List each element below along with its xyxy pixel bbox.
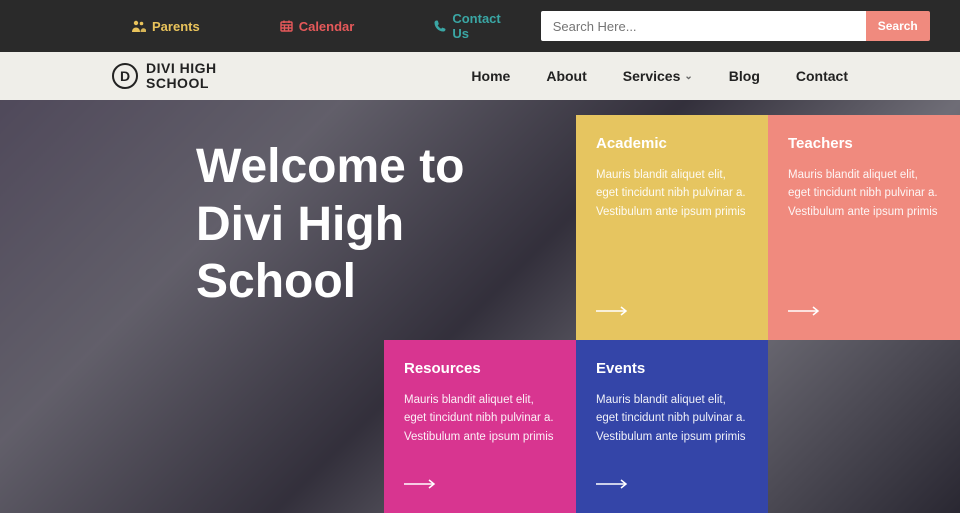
nav-blog[interactable]: Blog — [729, 68, 760, 84]
arrow-icon — [596, 306, 748, 316]
card-academic-title: Academic — [596, 135, 748, 152]
logo-line1: DIVI HIGH — [146, 61, 217, 76]
nav-services-label: Services — [623, 68, 681, 84]
hero-title: Welcome to Divi High School — [196, 138, 465, 311]
calendar-link[interactable]: Calendar — [280, 19, 355, 34]
logo[interactable]: D DIVI HIGH SCHOOL — [112, 61, 217, 90]
calendar-icon — [280, 20, 293, 32]
search-wrap: Search — [541, 11, 930, 41]
topbar: Parents Calendar Contact Us Search — [0, 0, 960, 52]
chevron-down-icon: ⌄ — [684, 71, 692, 82]
hero-title-line3: School — [196, 253, 465, 311]
nav-about[interactable]: About — [546, 68, 586, 84]
card-events-body: Mauris blandit aliquet elit, eget tincid… — [596, 391, 748, 463]
hero-title-line2: Divi High — [196, 196, 465, 254]
card-resources[interactable]: Resources Mauris blandit aliquet elit, e… — [384, 340, 576, 513]
card-resources-title: Resources — [404, 360, 556, 377]
card-events-title: Events — [596, 360, 748, 377]
nav-contact[interactable]: Contact — [796, 68, 848, 84]
search-input[interactable] — [541, 11, 866, 41]
hero-title-line1: Welcome to — [196, 138, 465, 196]
contactus-label: Contact Us — [452, 11, 500, 41]
contactus-link[interactable]: Contact Us — [434, 11, 500, 41]
card-teachers[interactable]: Teachers Mauris blandit aliquet elit, eg… — [768, 115, 960, 340]
nav-home[interactable]: Home — [471, 68, 510, 84]
nav-services[interactable]: Services ⌄ — [623, 68, 693, 84]
logo-mark: D — [112, 63, 138, 89]
logo-line2: SCHOOL — [146, 76, 217, 91]
card-events[interactable]: Events Mauris blandit aliquet elit, eget… — [576, 340, 768, 513]
arrow-icon — [596, 479, 748, 489]
cards-row-top: Academic Mauris blandit aliquet elit, eg… — [576, 115, 960, 340]
people-icon — [132, 20, 146, 32]
card-academic[interactable]: Academic Mauris blandit aliquet elit, eg… — [576, 115, 768, 340]
search-button[interactable]: Search — [866, 11, 930, 41]
parents-link[interactable]: Parents — [132, 19, 200, 34]
card-teachers-title: Teachers — [788, 135, 940, 152]
calendar-label: Calendar — [299, 19, 355, 34]
card-resources-body: Mauris blandit aliquet elit, eget tincid… — [404, 391, 556, 463]
phone-icon — [434, 20, 446, 32]
arrow-icon — [788, 306, 940, 316]
navlinks: Home About Services ⌄ Blog Contact — [471, 68, 848, 84]
arrow-icon — [404, 479, 556, 489]
card-academic-body: Mauris blandit aliquet elit, eget tincid… — [596, 166, 748, 290]
parents-label: Parents — [152, 19, 200, 34]
hero: Welcome to Divi High School Academic Mau… — [0, 100, 960, 513]
navbar: D DIVI HIGH SCHOOL Home About Services ⌄… — [0, 52, 960, 100]
cards-row-bottom: Resources Mauris blandit aliquet elit, e… — [384, 340, 768, 513]
logo-text: DIVI HIGH SCHOOL — [146, 61, 217, 90]
card-teachers-body: Mauris blandit aliquet elit, eget tincid… — [788, 166, 940, 290]
